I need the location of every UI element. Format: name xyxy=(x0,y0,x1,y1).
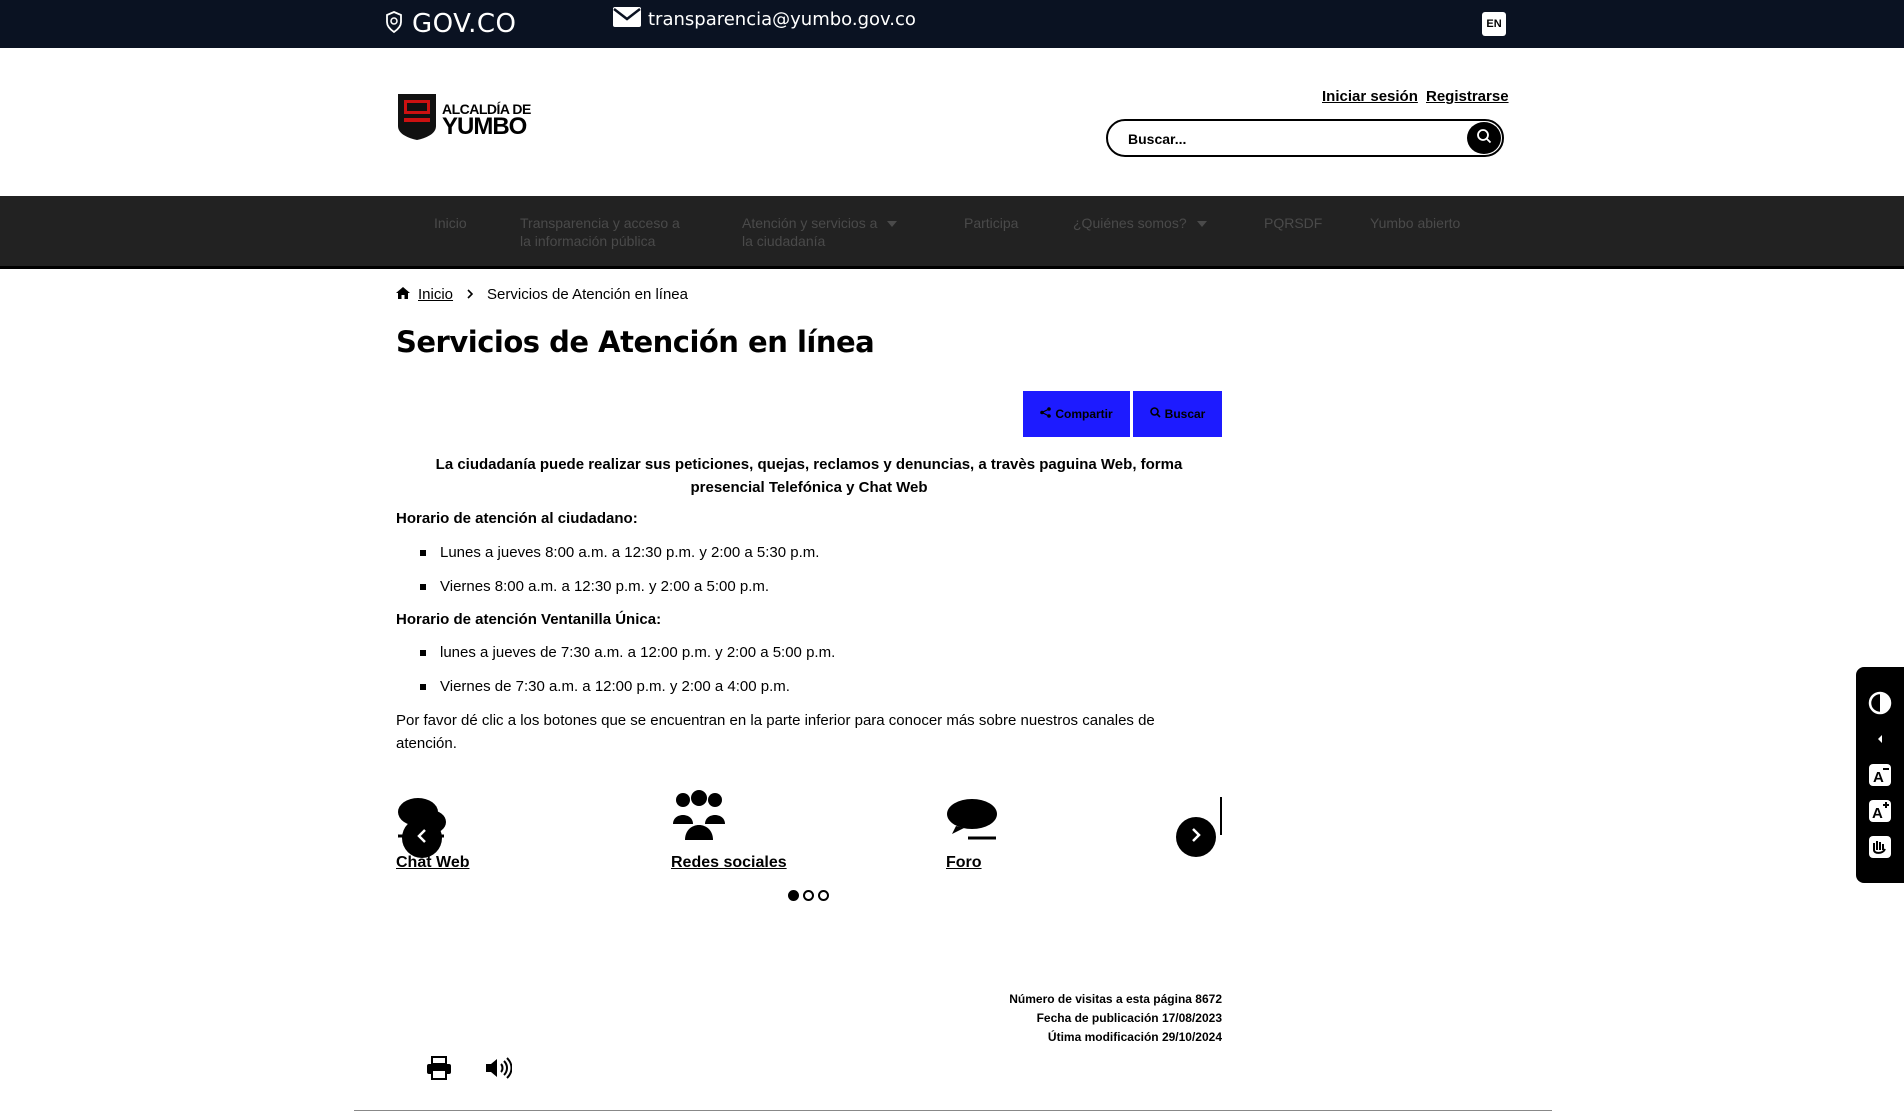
nav-transparencia-line1: Transparencia y acceso a xyxy=(520,215,680,231)
chevron-right-icon xyxy=(1190,827,1202,848)
audio-button[interactable] xyxy=(484,1056,513,1085)
alcaldia-logo[interactable]: ALCALDÍA DE YUMBO xyxy=(396,92,531,147)
svg-text:A: A xyxy=(1873,769,1884,786)
carousel-label-redes: Redes sociales xyxy=(671,854,787,871)
logo-line2: YUMBO xyxy=(442,112,527,140)
nav-yumbo-abierto[interactable]: Yumbo abierto xyxy=(1370,214,1460,232)
main-nav: Inicio Transparencia y acceso a la infor… xyxy=(0,196,1904,269)
search-button[interactable] xyxy=(1467,122,1501,154)
decrease-font-icon[interactable]: A xyxy=(1868,763,1892,787)
envelope-icon xyxy=(612,6,642,33)
nav-participa-label: Participa xyxy=(964,215,1019,231)
users-icon xyxy=(671,790,727,846)
share-icon xyxy=(1040,407,1052,421)
list-item-text: lunes a jueves de 7:30 a.m. a 12:00 p.m.… xyxy=(440,644,836,661)
intro-text: La ciudadanía puede realizar sus peticio… xyxy=(396,453,1222,499)
breadcrumb-home-link[interactable]: Inicio xyxy=(418,286,453,303)
bullet xyxy=(420,649,426,656)
search-label: Buscar xyxy=(1164,407,1206,421)
nav-pqrsdf[interactable]: PQRSDF xyxy=(1264,214,1322,232)
nav-atencion-line1: Atención y servicios a xyxy=(742,215,878,231)
bullet xyxy=(420,549,426,556)
list-item: Viernes 8:00 a.m. a 12:30 p.m. y 2:00 a … xyxy=(420,575,769,598)
page-meta: Número de visitas a esta página 8672 Fec… xyxy=(1009,990,1222,1047)
page-title: Servicios de Atención en línea xyxy=(396,325,875,359)
carousel-next-button[interactable] xyxy=(1176,817,1216,857)
chevron-right-icon xyxy=(467,286,474,303)
comment-icon xyxy=(946,799,998,846)
language-button[interactable]: EN xyxy=(1482,12,1506,36)
carousel-edge xyxy=(1220,797,1222,835)
list-item: Lunes a jueves 8:00 a.m. a 12:30 p.m. y … xyxy=(420,541,819,564)
carousel-prev-button[interactable] xyxy=(402,818,442,858)
carousel-dot-3[interactable] xyxy=(818,890,829,901)
nav-quienes-label: ¿Quiénes somos? xyxy=(1073,215,1187,231)
share-label: Compartir xyxy=(1055,407,1113,421)
schedule-ventanilla-heading: Horario de atención Ventanilla Única: xyxy=(396,611,662,628)
nav-transparencia-line2: la información pública xyxy=(520,233,656,249)
email-text: transparencia@yumbo.gov.co xyxy=(648,9,916,30)
chevron-down-icon xyxy=(887,221,898,228)
publish-date: Fecha de publicación 17/08/2023 xyxy=(1036,1011,1222,1025)
email-link[interactable]: transparencia@yumbo.gov.co xyxy=(612,6,916,33)
bullet xyxy=(420,683,426,690)
gov-shield-icon xyxy=(384,10,404,39)
gov-co-link[interactable]: GOV.CO xyxy=(384,9,517,39)
carousel-dot-2[interactable] xyxy=(803,890,814,901)
list-item-text: Lunes a jueves 8:00 a.m. a 12:30 p.m. y … xyxy=(440,544,820,561)
nav-atencion[interactable]: Atención y servicios a la ciudadanía xyxy=(742,214,898,250)
carousel-dot-1[interactable] xyxy=(788,890,799,901)
volume-icon xyxy=(484,1057,513,1084)
print-icon xyxy=(426,1056,452,1084)
search-icon xyxy=(1149,407,1161,421)
nav-atencion-line2: la ciudadanía xyxy=(742,233,826,249)
carousel-dots xyxy=(788,890,829,901)
gov-co-label: GOV.CO xyxy=(412,9,517,39)
home-icon xyxy=(396,286,410,303)
schedule-citizen-heading: Horario de atención al ciudadano: xyxy=(396,510,638,527)
gov-topbar xyxy=(0,0,1904,48)
bullet xyxy=(420,583,426,590)
header-search xyxy=(1106,119,1504,157)
svg-text:A: A xyxy=(1872,805,1883,822)
sign-language-icon[interactable] xyxy=(1868,835,1892,859)
register-link[interactable]: Registrarse xyxy=(1426,88,1509,105)
list-item: Viernes de 7:30 a.m. a 12:00 p.m. y 2:00… xyxy=(420,675,790,698)
chevron-left-icon xyxy=(416,828,428,849)
nav-quienes-somos[interactable]: ¿Quiénes somos? xyxy=(1073,214,1207,232)
nav-yumbo-abierto-label: Yumbo abierto xyxy=(1370,215,1461,231)
search-icon xyxy=(1476,128,1492,149)
login-link[interactable]: Iniciar sesión xyxy=(1322,88,1418,105)
visit-count: Número de visitas a esta página 8672 xyxy=(1009,992,1222,1006)
nav-participa[interactable]: Participa xyxy=(964,214,1018,232)
accessibility-toolbar: A A xyxy=(1856,667,1904,883)
breadcrumb-current: Servicios de Atención en línea xyxy=(487,286,688,303)
intro-line1: La ciudadanía puede realizar sus peticio… xyxy=(435,456,1183,473)
breadcrumb: Inicio Servicios de Atención en línea xyxy=(396,286,688,303)
carousel-item-foro[interactable]: Foro xyxy=(946,798,998,871)
carousel-label-chat: Chat Web xyxy=(396,854,470,871)
carousel-item-redes[interactable]: Redes sociales xyxy=(671,790,787,871)
carousel-label-foro: Foro xyxy=(946,854,982,871)
yumbo-shield-icon xyxy=(396,92,438,147)
share-button[interactable]: Compartir xyxy=(1023,391,1130,437)
footer-divider xyxy=(354,1110,1552,1111)
nav-transparencia[interactable]: Transparencia y acceso a la información … xyxy=(520,214,680,250)
nav-inicio[interactable]: Inicio xyxy=(434,214,467,232)
nav-inicio-label: Inicio xyxy=(434,215,467,231)
chevron-down-icon xyxy=(1196,221,1207,228)
modified-date: Útima modificación 29/10/2024 xyxy=(1047,1030,1222,1044)
collapse-toolbar-icon[interactable] xyxy=(1868,727,1892,751)
list-item: lunes a jueves de 7:30 a.m. a 12:00 p.m.… xyxy=(420,641,835,664)
contrast-icon[interactable] xyxy=(1868,691,1892,715)
nav-pqrsdf-label: PQRSDF xyxy=(1264,215,1323,231)
list-item-text: Viernes de 7:30 a.m. a 12:00 p.m. y 2:00… xyxy=(440,678,790,695)
list-item-text: Viernes 8:00 a.m. a 12:30 p.m. y 2:00 a … xyxy=(440,578,770,595)
search-input[interactable] xyxy=(1126,127,1450,151)
print-button[interactable] xyxy=(426,1056,452,1085)
search-page-button[interactable]: Buscar xyxy=(1133,391,1222,437)
note-text: Por favor dé clic a los botones que se e… xyxy=(396,712,1155,752)
increase-font-icon[interactable]: A xyxy=(1868,799,1892,823)
intro-line2: presencial Telefónica y Chat Web xyxy=(690,479,928,496)
